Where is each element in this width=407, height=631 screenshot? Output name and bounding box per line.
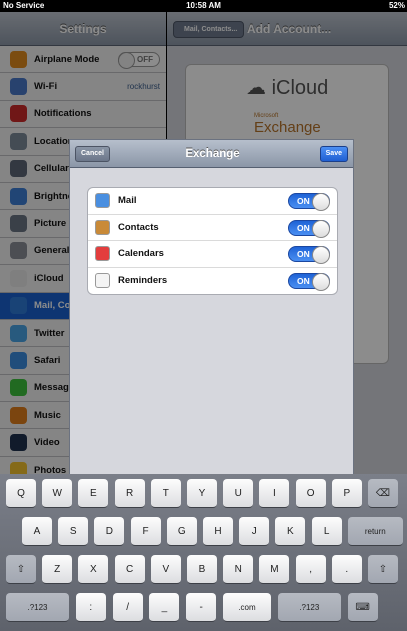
key[interactable]: B [187,555,217,584]
key[interactable]: U [223,479,254,508]
calendar-icon [95,246,110,262]
service-row: Calendars ON [88,241,337,268]
key[interactable]: ⌨ [347,593,378,622]
key[interactable]: - [186,593,217,622]
key[interactable]: , [295,555,326,584]
battery-level: 52% [388,1,405,10]
service-label: Contacts [118,221,159,233]
key[interactable]: K [275,517,306,546]
key[interactable]: .com [223,593,271,622]
clock: 10:58 AM [186,1,221,10]
key[interactable]: R [114,479,145,508]
key[interactable]: A [22,517,52,546]
key[interactable]: / [112,593,143,622]
key[interactable]: T [150,479,181,508]
key[interactable]: return [347,517,403,546]
key[interactable]: . [331,555,362,584]
key[interactable]: E [78,479,109,508]
on-screen-keyboard: Q W E R T Y U I O P ⌫ A S D F G H J K Lreturn ⇧ Z X C V B N M,. ⇧ .?1… [0,474,407,631]
save-button[interactable]: Save [319,146,348,162]
key[interactable]: Y [187,479,217,508]
service-toggle[interactable]: ON [288,272,330,291]
key[interactable]: .?123 [6,593,69,622]
service-row: Mail ON [88,188,337,215]
status-bar: No Service 10:58 AM 52% [0,0,407,12]
service-label: Mail [118,195,137,207]
key[interactable]: .?123 [277,593,341,622]
key[interactable]: ⇧ [6,555,36,584]
key[interactable]: J [239,517,270,546]
service-row: Reminders ON [88,268,337,295]
key[interactable]: L [311,517,342,546]
cancel-button[interactable]: Cancel [75,146,110,162]
contacts-icon [95,219,110,235]
key[interactable]: P [331,479,362,508]
key[interactable]: I [259,479,290,508]
key[interactable]: V [150,555,181,584]
key[interactable]: ⌫ [368,479,398,508]
services-list: Mail ON Contacts ON Calendars ON Reminders ON [87,187,338,295]
service-toggle[interactable]: ON [288,193,330,211]
key[interactable]: ⇧ [368,555,398,584]
mail-icon [95,193,110,209]
key[interactable]: S [58,517,89,546]
service-label: Calendars [118,248,164,260]
modal-title: Exchange [185,148,240,160]
service-toggle[interactable]: ON [288,246,330,264]
key[interactable]: M [259,555,290,584]
key[interactable]: F [130,517,161,546]
modal-header: Exchange Cancel Save [70,140,353,168]
key[interactable]: O [295,479,326,508]
exchange-modal: Exchange Cancel Save Mail ON Contacts ON Cal… [69,139,354,474]
key[interactable]: N [223,555,254,584]
key[interactable]: Q [6,479,36,508]
service-toggle[interactable]: ON [288,219,330,238]
key[interactable]: C [114,555,145,584]
key[interactable]: G [166,517,197,546]
key[interactable]: : [75,593,106,622]
key[interactable]: D [94,517,125,546]
reminders-icon [95,273,110,289]
key[interactable]: Z [42,555,73,584]
key[interactable]: X [78,555,109,584]
service-row: Contacts ON [88,215,337,241]
key[interactable]: W [42,479,73,508]
service-label: Reminders [118,275,168,287]
key[interactable]: H [203,517,233,546]
key[interactable]: _ [149,593,180,622]
